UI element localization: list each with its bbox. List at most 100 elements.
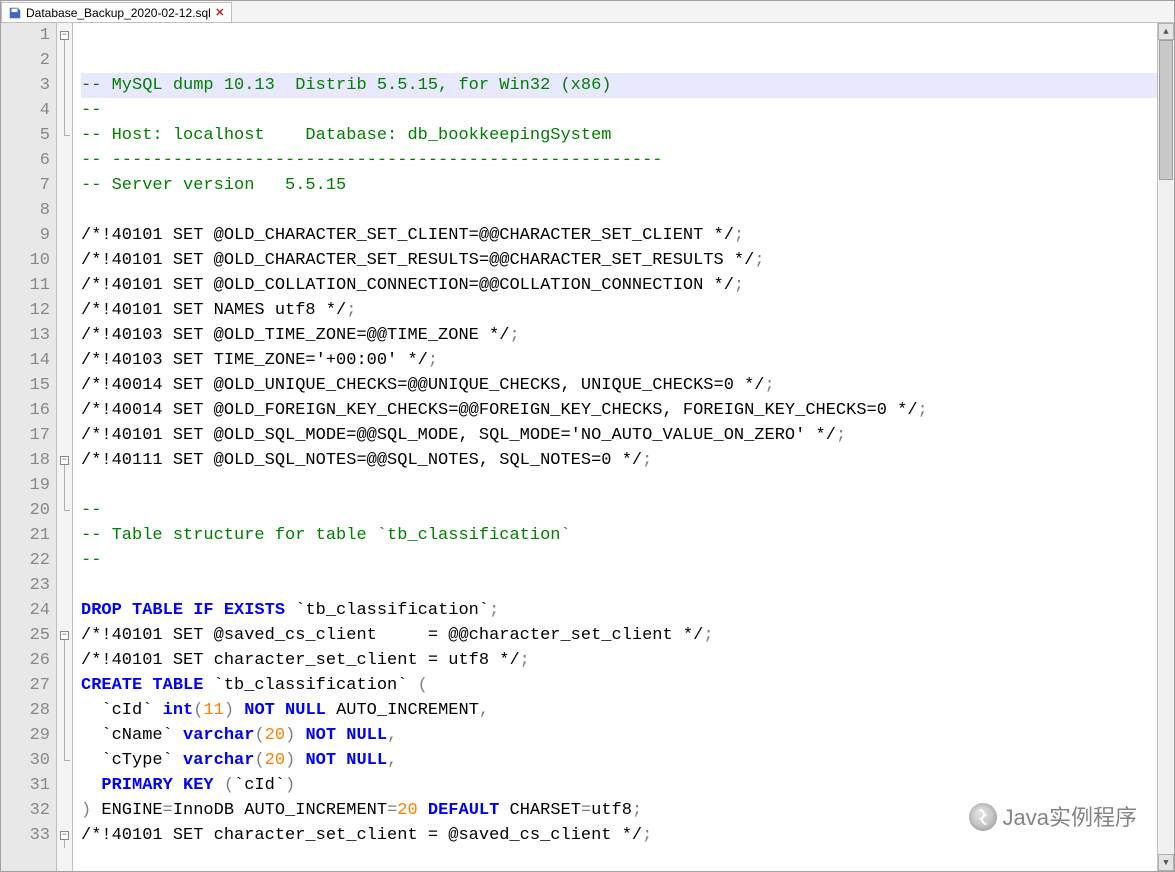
fold-cell <box>57 323 72 348</box>
code-token: ; <box>489 601 499 620</box>
code-line[interactable]: PRIMARY KEY (`cId`) <box>81 773 1157 798</box>
code-token: ; <box>754 251 764 270</box>
code-line[interactable]: -- <box>81 98 1157 123</box>
code-token: ( <box>193 701 203 720</box>
code-line[interactable] <box>81 473 1157 498</box>
line-number: 18 <box>1 448 50 473</box>
code-line[interactable]: /*!40103 SET @OLD_TIME_ZONE=@@TIME_ZONE … <box>81 323 1157 348</box>
code-token: -- <box>81 501 101 520</box>
fold-cell <box>57 98 72 123</box>
code-line[interactable]: /*!40103 SET TIME_ZONE='+00:00' */; <box>81 348 1157 373</box>
scroll-track[interactable] <box>1158 40 1174 854</box>
fold-cell[interactable]: − <box>57 623 72 648</box>
code-token <box>285 601 295 620</box>
line-number: 27 <box>1 673 50 698</box>
line-number: 1 <box>1 23 50 48</box>
scroll-down-button[interactable]: ▼ <box>1158 854 1174 871</box>
code-token: PRIMARY KEY <box>101 776 213 795</box>
code-line[interactable]: /*!40101 SET @OLD_COLLATION_CONNECTION=@… <box>81 273 1157 298</box>
code-line[interactable]: CREATE TABLE `tb_classification` ( <box>81 673 1157 698</box>
line-number: 8 <box>1 198 50 223</box>
fold-toggle-icon[interactable]: − <box>60 456 69 465</box>
code-line[interactable] <box>81 198 1157 223</box>
code-area[interactable]: -- MySQL dump 10.13 Distrib 5.5.15, for … <box>73 23 1157 871</box>
code-token: ; <box>509 326 519 345</box>
fold-cell <box>57 248 72 273</box>
code-line[interactable]: `cName` varchar(20) NOT NULL, <box>81 723 1157 748</box>
line-number: 25 <box>1 623 50 648</box>
code-line[interactable]: -- MySQL dump 10.13 Distrib 5.5.15, for … <box>81 73 1157 98</box>
code-line[interactable]: /*!40101 SET @OLD_SQL_MODE=@@SQL_MODE, S… <box>81 423 1157 448</box>
code-line[interactable]: /*!40101 SET @OLD_CHARACTER_SET_CLIENT=@… <box>81 223 1157 248</box>
code-token <box>295 726 305 745</box>
code-line[interactable]: /*!40101 SET character_set_client = @sav… <box>81 823 1157 848</box>
line-number: 26 <box>1 648 50 673</box>
fold-cell <box>57 573 72 598</box>
fold-toggle-icon[interactable]: − <box>60 31 69 40</box>
code-line[interactable]: `cId` int(11) NOT NULL AUTO_INCREMENT, <box>81 698 1157 723</box>
code-line[interactable]: -- Table structure for table `tb_classif… <box>81 523 1157 548</box>
code-line[interactable]: -- Host: localhost Database: db_bookkeep… <box>81 123 1157 148</box>
line-number: 15 <box>1 373 50 398</box>
code-token <box>418 801 428 820</box>
fold-cell <box>57 223 72 248</box>
code-token: ) <box>81 801 91 820</box>
code-line[interactable]: DROP TABLE IF EXISTS `tb_classification`… <box>81 598 1157 623</box>
fold-cell <box>57 198 72 223</box>
code-token <box>81 776 101 795</box>
line-number: 12 <box>1 298 50 323</box>
close-icon[interactable]: ✕ <box>215 8 225 18</box>
code-line[interactable]: `cType` varchar(20) NOT NULL, <box>81 748 1157 773</box>
code-line[interactable] <box>81 573 1157 598</box>
code-token: /*!40101 SET character_set_client = utf8… <box>81 651 520 670</box>
code-token: varchar <box>183 726 254 745</box>
fold-cell <box>57 73 72 98</box>
code-token: /*!40101 SET NAMES utf8 */ <box>81 301 346 320</box>
fold-cell <box>57 648 72 673</box>
code-token: ( <box>254 726 264 745</box>
fold-cell <box>57 748 72 773</box>
fold-cell <box>57 498 72 523</box>
fold-gutter[interactable]: − − − − <box>57 23 73 871</box>
code-token <box>234 701 244 720</box>
code-line[interactable]: /*!40101 SET @saved_cs_client = @@charac… <box>81 623 1157 648</box>
fold-cell <box>57 598 72 623</box>
code-editor[interactable]: 1234567891011121314151617181920212223242… <box>1 23 1174 871</box>
fold-cell[interactable]: − <box>57 23 72 48</box>
code-line[interactable]: -- <box>81 548 1157 573</box>
fold-cell[interactable]: − <box>57 448 72 473</box>
code-line[interactable]: /*!40014 SET @OLD_UNIQUE_CHECKS=@@UNIQUE… <box>81 373 1157 398</box>
code-token: /*!40103 SET TIME_ZONE='+00:00' */ <box>81 351 428 370</box>
file-tab-active[interactable]: Database_Backup_2020-02-12.sql ✕ <box>1 2 232 22</box>
code-token: ( <box>254 751 264 770</box>
code-token <box>295 751 305 770</box>
fold-cell <box>57 773 72 798</box>
scroll-thumb[interactable] <box>1159 40 1173 180</box>
code-line[interactable]: -- <box>81 498 1157 523</box>
code-token: ; <box>918 401 928 420</box>
code-line[interactable]: /*!40111 SET @OLD_SQL_NOTES=@@SQL_NOTES,… <box>81 448 1157 473</box>
fold-cell <box>57 473 72 498</box>
code-line[interactable]: /*!40101 SET NAMES utf8 */; <box>81 298 1157 323</box>
code-line[interactable] <box>81 848 1157 871</box>
fold-cell[interactable]: − <box>57 823 72 848</box>
line-number: 4 <box>1 98 50 123</box>
code-line[interactable]: -- -------------------------------------… <box>81 148 1157 173</box>
code-line[interactable]: /*!40101 SET character_set_client = utf8… <box>81 648 1157 673</box>
line-number: 5 <box>1 123 50 148</box>
fold-toggle-icon[interactable]: − <box>60 631 69 640</box>
vertical-scrollbar[interactable]: ▲ ▼ <box>1157 23 1174 871</box>
fold-toggle-icon[interactable]: − <box>60 831 69 840</box>
line-number: 7 <box>1 173 50 198</box>
code-line[interactable]: ) ENGINE=InnoDB AUTO_INCREMENT=20 DEFAUL… <box>81 798 1157 823</box>
save-icon <box>8 6 22 20</box>
code-token: NOT NULL <box>244 701 326 720</box>
code-token: 20 <box>265 726 285 745</box>
code-line[interactable]: /*!40014 SET @OLD_FOREIGN_KEY_CHECKS=@@F… <box>81 398 1157 423</box>
line-number: 17 <box>1 423 50 448</box>
code-token: 20 <box>397 801 417 820</box>
code-line[interactable]: -- Server version 5.5.15 <box>81 173 1157 198</box>
code-line[interactable]: /*!40101 SET @OLD_CHARACTER_SET_RESULTS=… <box>81 248 1157 273</box>
scroll-up-button[interactable]: ▲ <box>1158 23 1174 40</box>
code-token: NOT NULL <box>305 726 387 745</box>
